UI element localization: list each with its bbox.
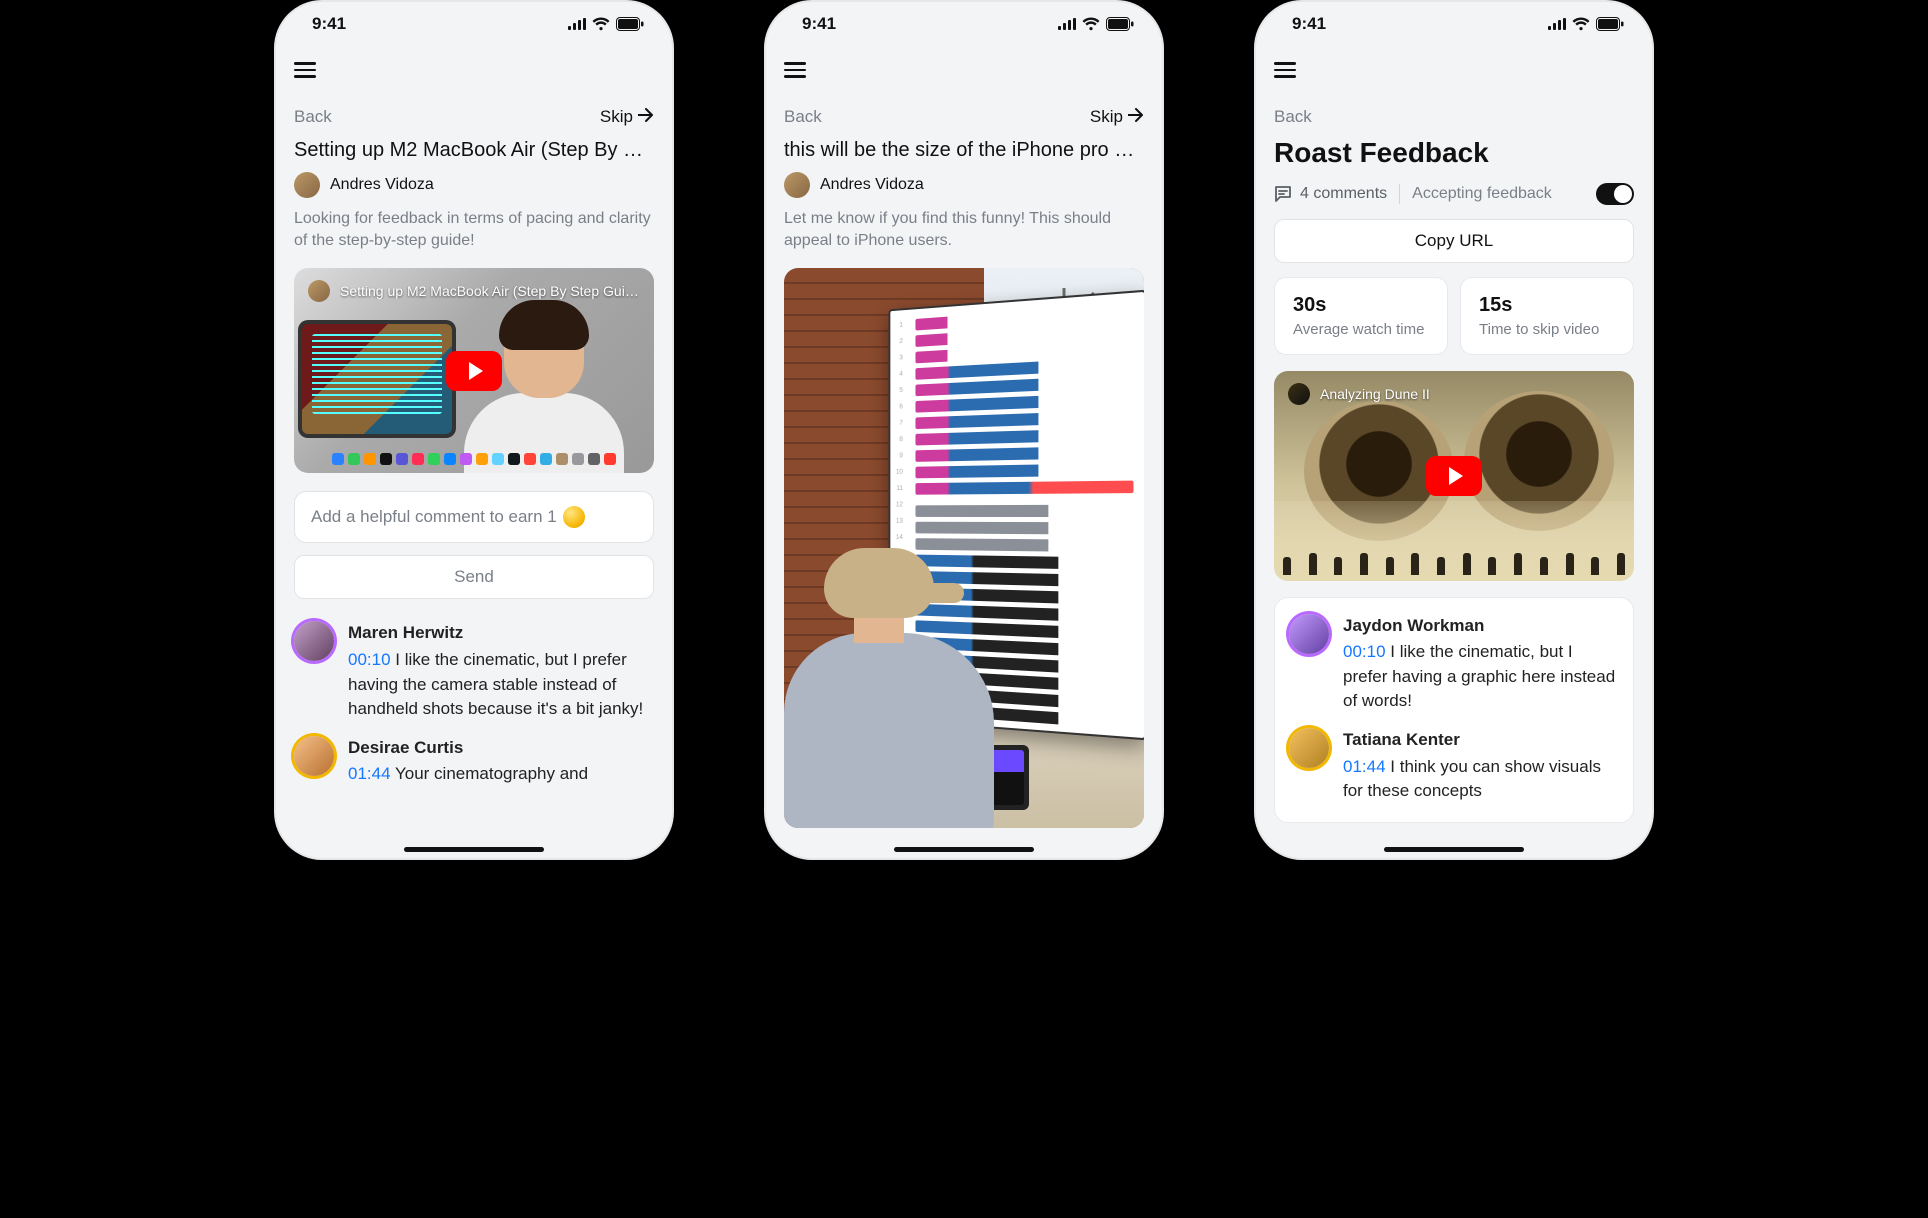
thumbnail-dock xyxy=(332,453,616,465)
signal-icon xyxy=(1058,18,1076,30)
signal-icon xyxy=(1548,18,1566,30)
home-indicator[interactable] xyxy=(404,847,544,852)
comment-timestamp[interactable]: 00:10 xyxy=(1343,642,1386,661)
comment-text: Your cinematography and xyxy=(395,764,588,783)
signal-icon xyxy=(568,18,586,30)
status-time: 9:41 xyxy=(312,14,346,34)
page-title: Roast Feedback xyxy=(1274,137,1634,169)
stat-label: Average watch time xyxy=(1293,321,1429,338)
status-time: 9:41 xyxy=(1292,14,1326,34)
back-link[interactable]: Back xyxy=(784,107,822,127)
wifi-icon xyxy=(592,17,610,31)
thumbnail-laptop xyxy=(302,324,452,434)
phone-screen-3: 9:41 Back Roast Feedback 4 comments Acce… xyxy=(1254,0,1654,860)
accepting-feedback-toggle[interactable] xyxy=(1596,183,1634,205)
wifi-icon xyxy=(1082,17,1100,31)
commenter-name: Desirae Curtis xyxy=(348,736,654,761)
comment-timestamp[interactable]: 01:44 xyxy=(1343,757,1386,776)
author-row[interactable]: Andres Vidoza xyxy=(294,172,654,198)
comments-list: Maren Herwitz 00:10 I like the cinematic… xyxy=(294,621,654,787)
feedback-status-row: 4 comments Accepting feedback xyxy=(1274,183,1634,205)
comment-icon xyxy=(1274,185,1292,203)
video-thumbnail[interactable]: Setting up M2 MacBook Air (Step By Step … xyxy=(294,268,654,473)
arrow-right-icon xyxy=(1128,107,1144,127)
coin-icon xyxy=(563,506,585,528)
send-button[interactable]: Send xyxy=(294,555,654,599)
comment-item[interactable]: Jaydon Workman 00:10 I like the cinemati… xyxy=(1289,614,1619,715)
stat-label: Time to skip video xyxy=(1479,321,1615,338)
video-channel-avatar xyxy=(1288,383,1310,405)
status-icons xyxy=(568,17,644,31)
commenter-name: Tatiana Kenter xyxy=(1343,728,1619,753)
home-indicator[interactable] xyxy=(1384,847,1524,852)
battery-icon xyxy=(1106,17,1134,31)
phone-screen-1: 9:41 Back Skip Setting up M2 MacBook Air… xyxy=(274,0,674,860)
author-name: Andres Vidoza xyxy=(820,176,924,194)
post-title: Setting up M2 MacBook Air (Step By Step … xyxy=(294,139,654,162)
skip-label: Skip xyxy=(1090,107,1123,127)
battery-icon xyxy=(616,17,644,31)
copy-url-button[interactable]: Copy URL xyxy=(1274,219,1634,263)
post-title: this will be the size of the iPhone pro … xyxy=(784,139,1144,162)
status-icons xyxy=(1058,17,1134,31)
comments-count[interactable]: 4 comments xyxy=(1274,185,1387,203)
commenter-avatar xyxy=(1289,728,1329,768)
commenter-avatar xyxy=(294,736,334,776)
status-bar: 9:41 xyxy=(1254,0,1654,48)
video-channel-avatar xyxy=(308,280,330,302)
home-indicator[interactable] xyxy=(894,847,1034,852)
status-time: 9:41 xyxy=(802,14,836,34)
comment-item[interactable]: Maren Herwitz 00:10 I like the cinematic… xyxy=(294,621,654,722)
comments-count-text: 4 comments xyxy=(1300,185,1387,203)
wifi-icon xyxy=(1572,17,1590,31)
commenter-avatar xyxy=(1289,614,1329,654)
menu-button[interactable] xyxy=(784,58,806,82)
author-name: Andres Vidoza xyxy=(330,176,434,194)
status-bar: 9:41 xyxy=(764,0,1164,48)
back-link[interactable]: Back xyxy=(294,107,332,127)
comment-placeholder: Add a helpful comment to earn 1 xyxy=(311,507,557,527)
thumbnail-crowd xyxy=(1274,535,1634,575)
play-icon[interactable] xyxy=(1426,456,1482,496)
video-thumbnail[interactable]: Analyzing Dune II xyxy=(1274,371,1634,581)
arrow-right-icon xyxy=(638,107,654,127)
commenter-name: Maren Herwitz xyxy=(348,621,654,646)
back-link[interactable]: Back xyxy=(1274,107,1312,127)
stat-time-to-skip: 15s Time to skip video xyxy=(1460,277,1634,355)
author-row[interactable]: Andres Vidoza xyxy=(784,172,1144,198)
stat-value: 30s xyxy=(1293,294,1429,317)
accepting-feedback-label: Accepting feedback xyxy=(1412,185,1552,203)
divider xyxy=(1399,184,1400,204)
stat-value: 15s xyxy=(1479,294,1615,317)
comment-input[interactable]: Add a helpful comment to earn 1 xyxy=(294,491,654,543)
commenter-avatar xyxy=(294,621,334,661)
status-bar: 9:41 xyxy=(274,0,674,48)
comment-text: I like the cinematic, but I prefer havin… xyxy=(348,650,643,718)
stats-row: 30s Average watch time 15s Time to skip … xyxy=(1274,277,1634,355)
comment-item[interactable]: Desirae Curtis 01:44 Your cinematography… xyxy=(294,736,654,787)
photo-person xyxy=(784,548,984,828)
video-title: Analyzing Dune II xyxy=(1320,386,1430,402)
play-icon[interactable] xyxy=(446,351,502,391)
video-content[interactable]: 123456789101112131415161718192021222324 xyxy=(784,268,1144,828)
comments-list: Jaydon Workman 00:10 I like the cinemati… xyxy=(1274,597,1634,823)
skip-link[interactable]: Skip xyxy=(600,107,654,127)
commenter-name: Jaydon Workman xyxy=(1343,614,1619,639)
comment-timestamp[interactable]: 00:10 xyxy=(348,650,391,669)
battery-icon xyxy=(1596,17,1624,31)
skip-label: Skip xyxy=(600,107,633,127)
author-avatar xyxy=(784,172,810,198)
skip-link[interactable]: Skip xyxy=(1090,107,1144,127)
post-description: Let me know if you find this funny! This… xyxy=(784,208,1144,253)
status-icons xyxy=(1548,17,1624,31)
stat-average-watch-time: 30s Average watch time xyxy=(1274,277,1448,355)
comment-timestamp[interactable]: 01:44 xyxy=(348,764,391,783)
menu-button[interactable] xyxy=(294,58,316,82)
video-title: Setting up M2 MacBook Air (Step By Step … xyxy=(340,283,640,299)
post-description: Looking for feedback in terms of pacing … xyxy=(294,208,654,253)
phone-screen-2: 9:41 Back Skip this will be the size of … xyxy=(764,0,1164,860)
menu-button[interactable] xyxy=(1274,58,1296,82)
comment-item[interactable]: Tatiana Kenter 01:44 I think you can sho… xyxy=(1289,728,1619,804)
author-avatar xyxy=(294,172,320,198)
